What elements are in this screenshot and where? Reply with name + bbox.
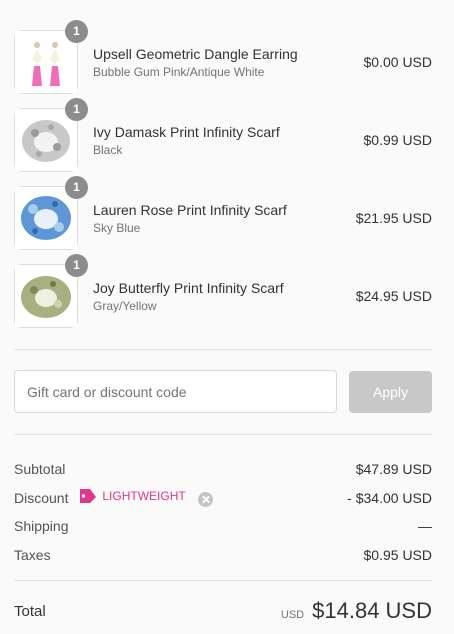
taxes-label: Taxes bbox=[14, 546, 51, 563]
product-thumbnail: 1 bbox=[14, 20, 88, 94]
tag-icon bbox=[80, 488, 97, 503]
taxes-row: Taxes $0.95 USD bbox=[14, 541, 432, 570]
product-name: Lauren Rose Print Infinity Scarf bbox=[93, 202, 287, 218]
scarf-image bbox=[15, 109, 77, 171]
product-price: $0.00 USD bbox=[363, 54, 432, 70]
earring-image bbox=[15, 31, 77, 93]
total-label: Total bbox=[14, 602, 46, 620]
discount-row: Discount LIGHTWEIGHT - $34.00 USD bbox=[14, 484, 432, 513]
divider bbox=[14, 434, 432, 435]
quantity-badge: 1 bbox=[65, 98, 88, 121]
discount-tag: LIGHTWEIGHT bbox=[80, 488, 186, 503]
line-item: 1 Lauren Rose Print Infinity Scarf Sky B… bbox=[14, 176, 432, 250]
subtotal-row: Subtotal $47.89 USD bbox=[14, 455, 432, 484]
product-variant: Black bbox=[93, 143, 123, 157]
taxes-value: $0.95 USD bbox=[363, 546, 432, 563]
shipping-row: Shipping — bbox=[14, 512, 432, 541]
product-name: Upsell Geometric Dangle Earring bbox=[93, 46, 298, 62]
shipping-value: — bbox=[418, 518, 432, 535]
product-price: $21.95 USD bbox=[355, 210, 432, 226]
quantity-badge: 1 bbox=[65, 176, 88, 199]
total-amount: $14.84 USD bbox=[312, 598, 432, 623]
product-thumbnail: 1 bbox=[14, 98, 88, 172]
discount-code: LIGHTWEIGHT bbox=[102, 488, 186, 503]
product-name: Joy Butterfly Print Infinity Scarf bbox=[93, 280, 284, 296]
discount-code-input[interactable] bbox=[14, 370, 337, 413]
product-variant: Gray/Yellow bbox=[93, 299, 157, 313]
divider bbox=[14, 580, 432, 581]
product-variant: Bubble Gum Pink/Antique White bbox=[93, 65, 265, 79]
product-price: $0.99 USD bbox=[363, 132, 432, 148]
product-thumbnail: 1 bbox=[14, 176, 88, 250]
line-item: 1 Upsell Geometric Dangle Earring Bubble… bbox=[14, 20, 432, 94]
product-variant: Sky Blue bbox=[93, 221, 141, 235]
shipping-label: Shipping bbox=[14, 518, 69, 535]
product-name: Ivy Damask Print Infinity Scarf bbox=[93, 124, 280, 140]
order-summary: Subtotal $47.89 USD Discount LIGHTWEIGHT… bbox=[14, 455, 432, 569]
product-thumbnail: 1 bbox=[14, 254, 88, 328]
quantity-badge: 1 bbox=[65, 20, 88, 43]
total-currency: USD bbox=[280, 609, 305, 621]
remove-discount-icon[interactable] bbox=[197, 491, 213, 507]
subtotal-label: Subtotal bbox=[14, 461, 66, 478]
order-items-list: 1 Upsell Geometric Dangle Earring Bubble… bbox=[14, 20, 432, 342]
scarf-image bbox=[15, 265, 77, 327]
apply-button[interactable]: Apply bbox=[349, 371, 432, 413]
line-item: 1 Joy Butterfly Print Infinity Scarf Gra… bbox=[14, 254, 432, 328]
discount-label: Discount bbox=[14, 489, 69, 506]
discount-form: Apply bbox=[14, 370, 432, 413]
product-price: $24.95 USD bbox=[355, 288, 432, 304]
total-row: Total USD $14.84 USD bbox=[14, 598, 432, 624]
subtotal-value: $47.89 USD bbox=[355, 461, 432, 478]
discount-value: - $34.00 USD bbox=[347, 489, 432, 506]
quantity-badge: 1 bbox=[65, 254, 88, 277]
line-item: 1 Ivy Damask Print Infinity Scarf Black … bbox=[14, 98, 432, 172]
scarf-image bbox=[15, 187, 77, 249]
divider bbox=[14, 349, 432, 350]
